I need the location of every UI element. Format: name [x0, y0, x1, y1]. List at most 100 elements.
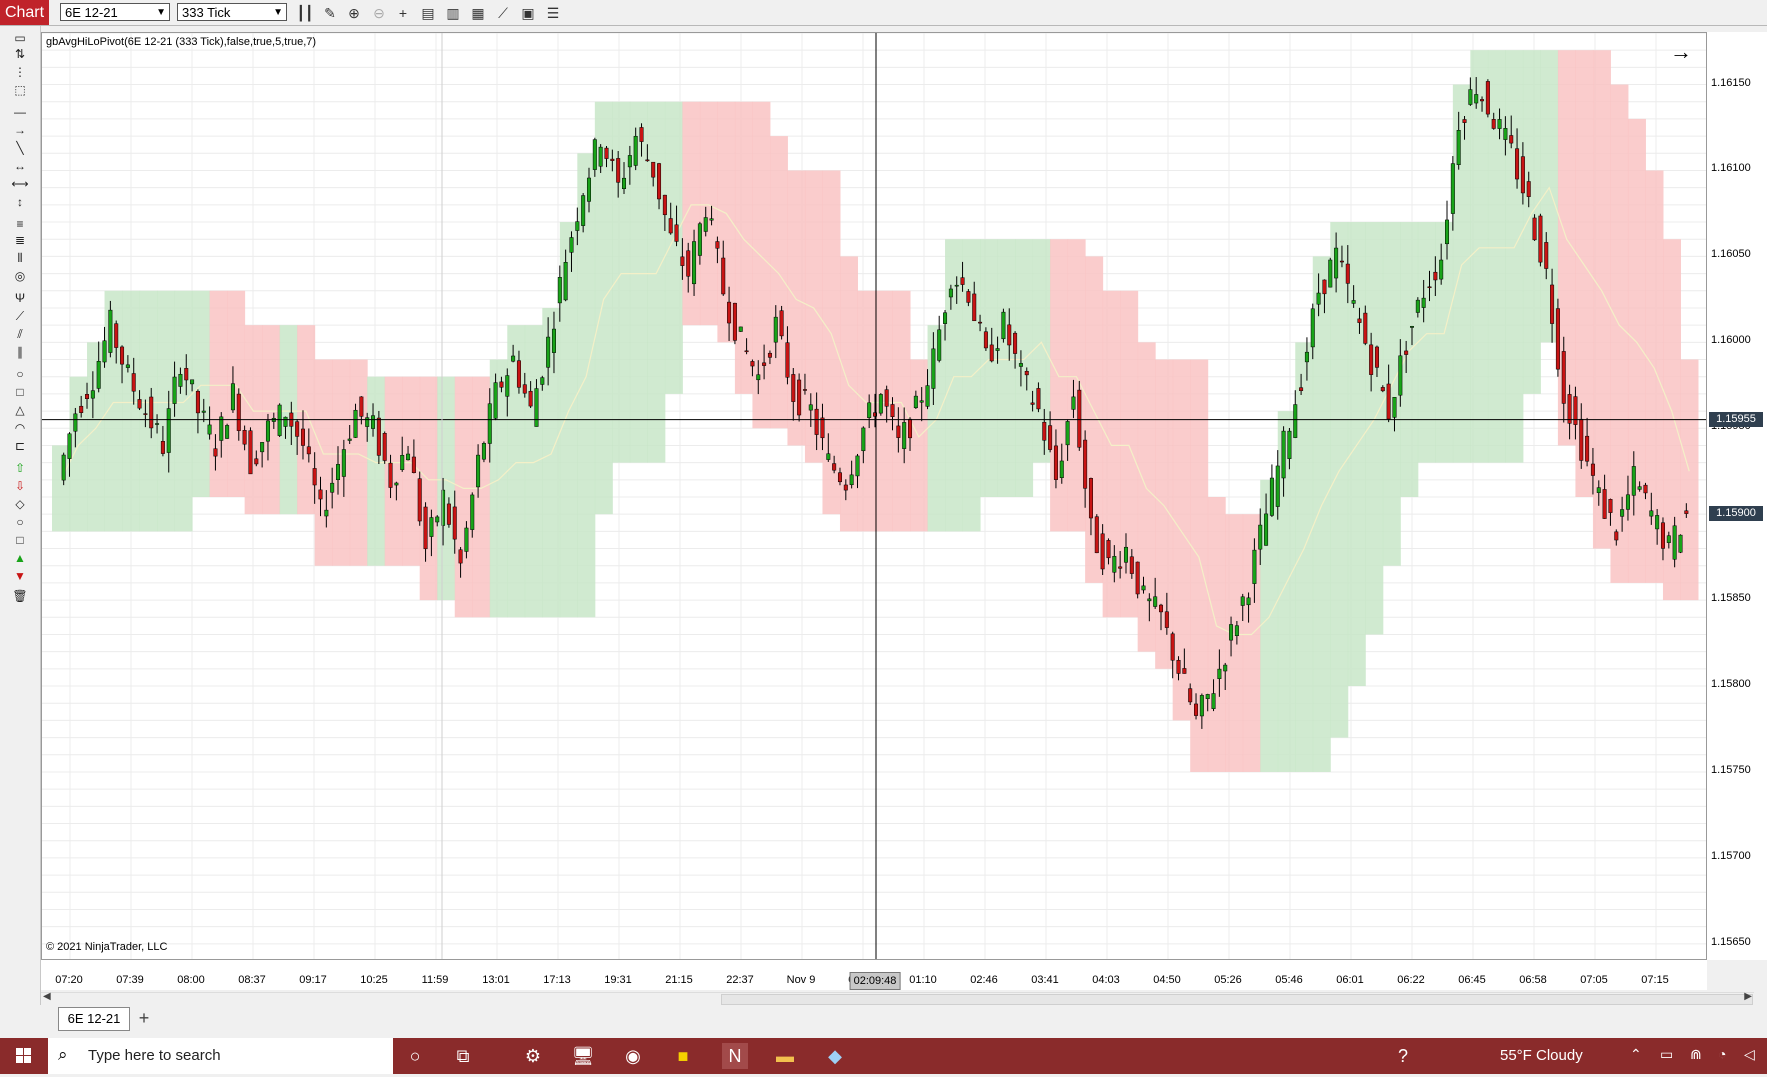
drawing-tools-bar: ▭ ⇅ ⋮ ⬚ — → ╲ ↔ ⟷ ↕ ≡ ≣ ⦀ ◎ Ψ ⟋ ⫽ ∥ ○ □ … [0, 26, 41, 1016]
settings-icon[interactable]: ⚙ [520, 1043, 546, 1069]
time-axis[interactable]: 07:20 07:39 08:00 08:37 09:17 10:25 11:59 13:01… [41, 960, 1707, 990]
candle-up [1409, 326, 1414, 328]
triangle-down-icon[interactable]: ▼ [8, 568, 32, 584]
vertical-line-icon[interactable]: ↕ [8, 194, 32, 210]
rectangle-select-icon[interactable]: ⬚ [8, 82, 32, 98]
candle-up [1649, 510, 1654, 517]
fib-extension-icon[interactable]: ≣ [8, 232, 32, 248]
wifi-icon[interactable]: ◔ [1718, 1046, 1726, 1062]
square-icon[interactable]: □ [8, 532, 32, 548]
zoom-out-icon[interactable]: ⊖ [369, 3, 389, 23]
candle-down [1585, 435, 1590, 462]
risk-reward-icon[interactable]: ⇅ [8, 46, 32, 62]
ellipse-icon[interactable]: ○ [8, 366, 32, 382]
pivot-zone [1242, 514, 1261, 772]
cortana-icon[interactable]: ○ [402, 1043, 428, 1069]
task-view-icon[interactable]: ⧉ [450, 1043, 476, 1069]
regression-channel-icon[interactable]: ⫽ [8, 326, 32, 342]
candle-up [1234, 625, 1239, 637]
interval-selector[interactable]: 333 Tick ▼ [177, 3, 287, 21]
ruler-icon[interactable]: ▭ [8, 30, 32, 46]
ninjatrader-icon[interactable]: N [722, 1043, 748, 1069]
candle-down [1590, 463, 1595, 476]
candle-up [861, 427, 866, 452]
candle-up [1596, 487, 1601, 493]
notes-app-icon[interactable]: ◆ [822, 1043, 848, 1069]
pivot-zone [822, 170, 841, 515]
sticky-notes-icon[interactable]: ■ [670, 1043, 696, 1069]
chevron-up-icon[interactable]: ⌃ [1630, 1046, 1642, 1063]
file-explorer-icon[interactable]: ▬ [772, 1043, 798, 1069]
chart-scrollbar[interactable]: ◀ ▶ [41, 991, 1754, 1005]
price-chart [42, 33, 1706, 959]
network-icon[interactable]: ⋒ [1690, 1046, 1702, 1063]
price-axis[interactable]: 1.161501.161001.160501.160001.159501.159… [1707, 32, 1767, 960]
display-icon[interactable]: ▭ [1660, 1046, 1673, 1063]
dot-icon[interactable]: ○ [8, 514, 32, 530]
pivot-zone [139, 290, 158, 532]
fib-retracement-icon[interactable]: ≡ [8, 216, 32, 232]
data-series-icon[interactable]: ☰ [543, 3, 563, 23]
templates-icon[interactable]: ▣ [518, 3, 538, 23]
time-tick-label: 08:37 [238, 974, 266, 986]
rectangle-icon[interactable]: □ [8, 384, 32, 400]
triangle-icon[interactable]: △ [8, 402, 32, 418]
bars-icon[interactable]: ┃┃ [295, 3, 315, 23]
windows-start-button[interactable] [0, 1038, 48, 1074]
region-icon[interactable]: ⋮ [8, 64, 32, 80]
strategies-icon[interactable]: ▦ [468, 3, 488, 23]
candle-down [989, 344, 994, 362]
text-icon[interactable]: ⊏ [8, 438, 32, 454]
candle-down [248, 430, 253, 475]
pivot-zone [804, 170, 823, 463]
scroll-left-icon[interactable]: ◀ [43, 991, 51, 1002]
scrollbar-thumb[interactable] [721, 994, 1753, 1005]
arrow-right-icon[interactable]: → [1670, 39, 1692, 65]
trend-channel-icon[interactable]: ∥ [8, 344, 32, 360]
properties-icon[interactable]: ▤ [418, 3, 438, 23]
gann-fan-icon[interactable]: ⟋ [8, 308, 32, 324]
triangle-up-icon[interactable]: ▲ [8, 550, 32, 566]
diamond-icon[interactable]: ◇ [8, 496, 32, 512]
fib-time-icon[interactable]: ⦀ [8, 250, 32, 266]
candle-down [750, 361, 755, 367]
pencil-icon[interactable]: ✎ [320, 3, 340, 23]
trash-icon[interactable]: 🗑 [8, 588, 32, 604]
price-tick-label: 1.16050 [1711, 248, 1751, 261]
arc-icon[interactable]: ◠ [8, 420, 32, 436]
ray-icon[interactable]: → [8, 122, 32, 138]
add-tab-button[interactable]: + [134, 1007, 154, 1029]
line-icon[interactable]: — [8, 104, 32, 120]
pivot-zone [1487, 50, 1506, 463]
search-icon: ⌕ [58, 1045, 68, 1064]
crosshair-icon[interactable]: + [393, 3, 413, 23]
candle-down [1357, 318, 1362, 323]
help-icon[interactable]: ? [1390, 1043, 1416, 1069]
candle-down [890, 404, 895, 417]
chart-panel[interactable]: gbAvgHiLoPivot(6E 12-21 (333 Tick),false… [41, 32, 1707, 960]
horizontal-line-icon[interactable]: ⟷ [8, 176, 32, 192]
andrews-pitchfork-icon[interactable]: Ψ [8, 290, 32, 306]
price-tick-label: 1.16000 [1711, 334, 1751, 347]
weather-widget[interactable]: 55°F Cloudy [1500, 1047, 1583, 1064]
arrow-down-icon[interactable]: ⇩ [8, 478, 32, 494]
fib-circle-icon[interactable]: ◎ [8, 268, 32, 284]
diagonal-line-icon[interactable]: ╲ [8, 140, 32, 156]
instrument-selector[interactable]: 6E 12-21 ▼ [60, 3, 170, 21]
taskbar-search-box[interactable]: ⌕ Type here to search [48, 1038, 393, 1074]
drawing-icon[interactable]: ⟋ [493, 3, 513, 23]
chrome-icon[interactable]: ◉ [620, 1043, 646, 1069]
scroll-right-icon[interactable]: ▶ [1744, 991, 1752, 1002]
extended-line-icon[interactable]: ↔ [8, 158, 32, 174]
computer-icon[interactable]: 🖥 [570, 1043, 596, 1069]
indicators-icon[interactable]: ▥ [443, 3, 463, 23]
candle-down [960, 277, 965, 285]
time-tick-label: 07:05 [1580, 974, 1608, 986]
search-input[interactable]: Type here to search [88, 1047, 221, 1064]
pivot-zone [1155, 359, 1174, 669]
zoom-in-icon[interactable]: ⊕ [344, 3, 364, 23]
volume-icon[interactable]: ◁ [1744, 1046, 1755, 1063]
tab-6e-12-21[interactable]: 6E 12-21 [58, 1007, 130, 1031]
pivot-zone [699, 101, 718, 326]
arrow-up-icon[interactable]: ⇧ [8, 460, 32, 476]
